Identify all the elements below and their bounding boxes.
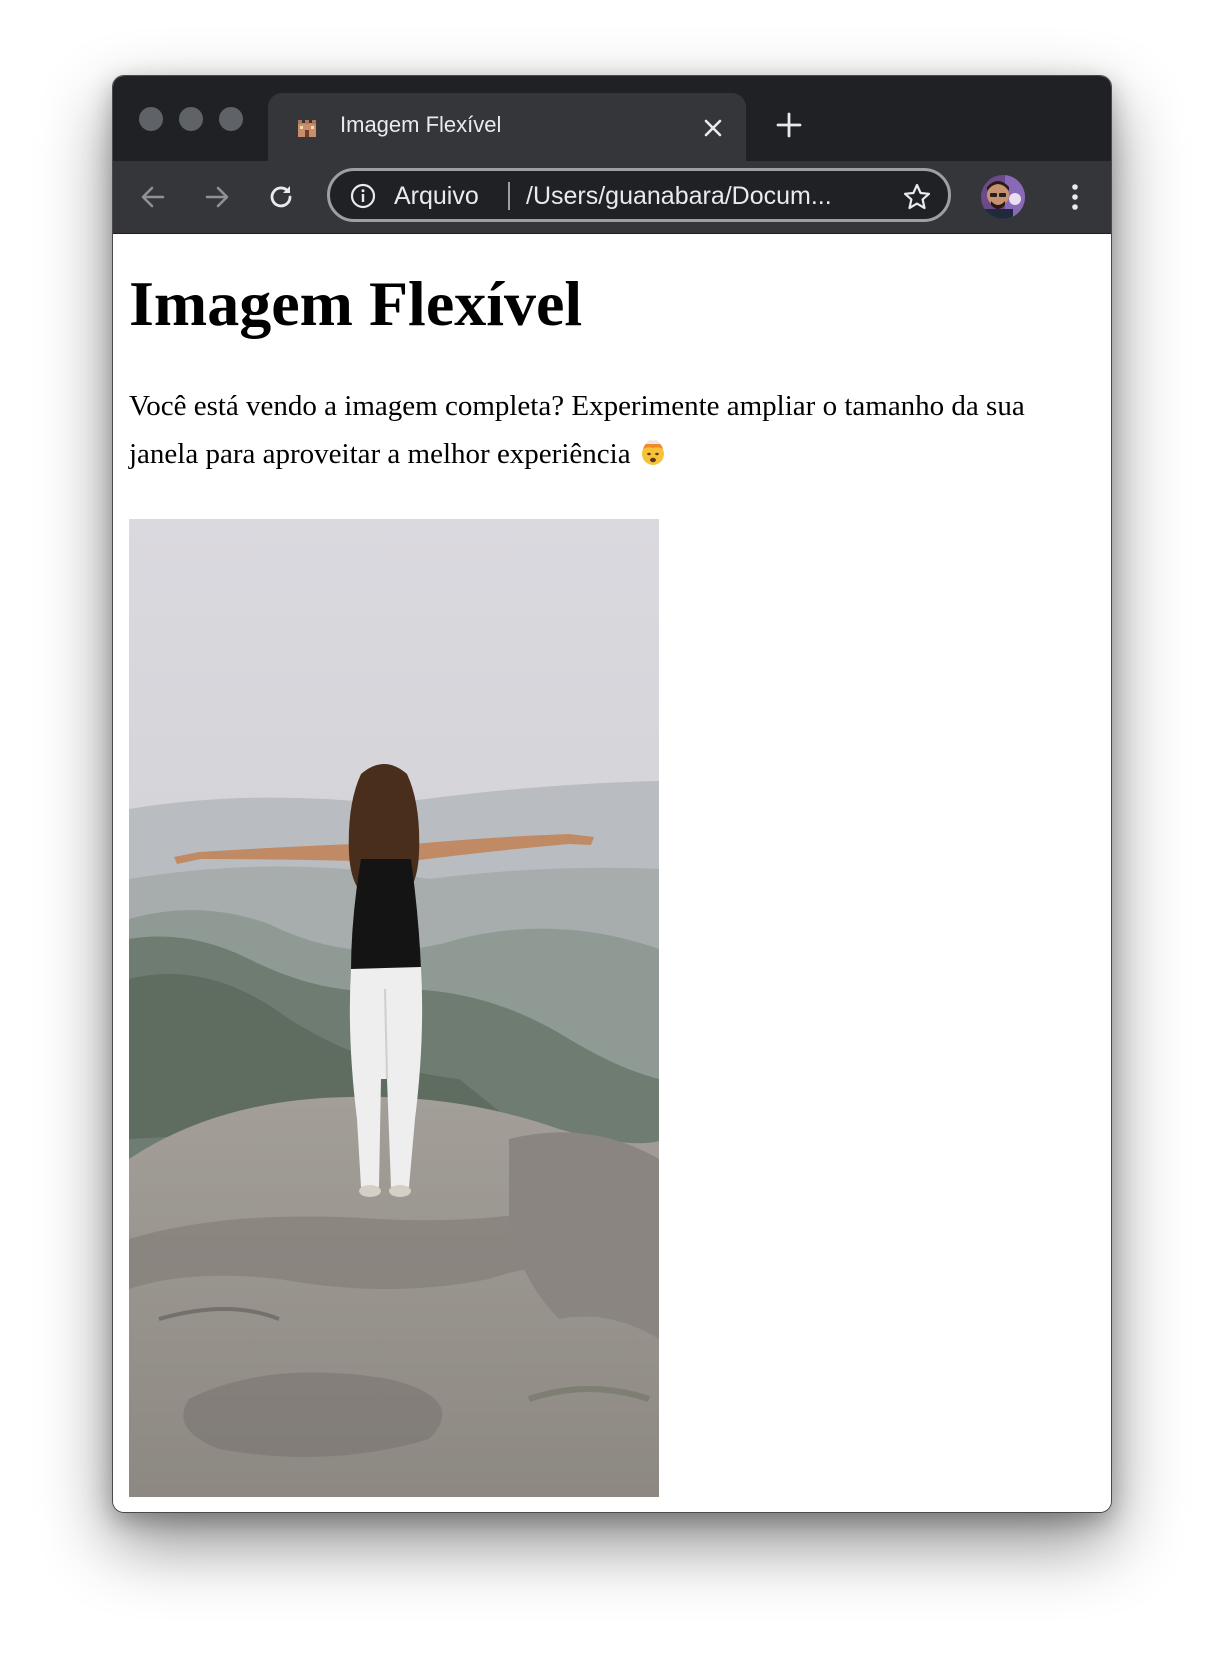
close-window-button[interactable] [139,107,163,131]
close-icon[interactable] [700,115,726,141]
toolbar: Arquivo /Users/guanabara/Docum... [113,161,1111,234]
mountain-photo [129,519,659,1497]
maximize-window-button[interactable] [219,107,243,131]
browser-window: Imagem Flexível Arquivo /Users/guanabara… [112,75,1112,1513]
exploding-head-emoji [641,440,664,465]
star-icon[interactable] [902,182,932,212]
intro-paragraph: Você está vendo a imagem completa? Exper… [129,382,1089,478]
url-text[interactable]: /Users/guanabara/Docum... [526,182,832,211]
page-title: Imagem Flexível [129,268,583,339]
profile-photo [981,175,1025,219]
forward-arrow-icon[interactable] [199,179,235,215]
kebab-menu-icon[interactable] [1057,179,1093,215]
tab-strip: Imagem Flexível [113,76,1111,161]
intro-text: Você está vendo a imagem completa? Exper… [129,390,1025,470]
minimize-window-button[interactable] [179,107,203,131]
tab-imagem-flexivel[interactable]: Imagem Flexível [268,93,746,161]
address-bar[interactable]: Arquivo /Users/guanabara/Docum... [327,168,951,222]
castle-icon [298,120,316,137]
page-content: Imagem Flexível Você está vendo a imagem… [113,234,1111,1512]
tab-title: Imagem Flexível [340,112,502,137]
reload-icon[interactable] [263,179,299,215]
info-icon[interactable] [350,183,376,209]
woman-on-mountain-image [129,519,659,1497]
back-arrow-icon[interactable] [135,179,171,215]
avatar[interactable] [981,175,1025,219]
new-tab-icon[interactable] [775,111,803,139]
scheme-label: Arquivo [394,182,479,210]
address-separator [508,182,510,210]
